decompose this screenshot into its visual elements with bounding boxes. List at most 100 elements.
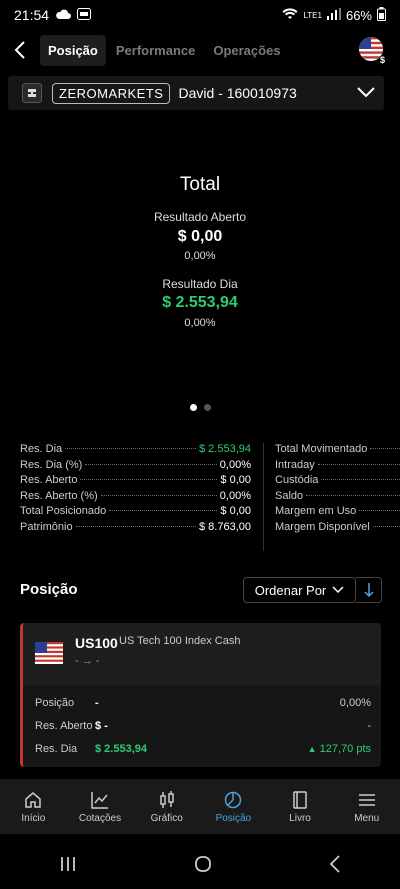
nav-item-livro[interactable]: Livro <box>267 779 334 834</box>
tab-operacoes[interactable]: Operações <box>205 35 288 66</box>
notification-icon <box>77 7 92 23</box>
stat-row: Res. Dia $ 2.553,94 <box>20 443 251 459</box>
position-card-header: US100 US Tech 100 Index Cash - → - <box>23 623 381 681</box>
detail-value: - <box>95 697 99 709</box>
stat-row: Total Movimentado <box>275 443 400 459</box>
position-detail-row: Posição - 0,00% <box>35 693 371 713</box>
stat-row: Res. Aberto (%) 0,00% <box>20 490 251 506</box>
nav-item-inicio[interactable]: Início <box>0 779 67 834</box>
account-selector[interactable]: ZEROMARKETS David - 160010973 <box>8 76 384 110</box>
detail-right-value: - <box>367 720 371 732</box>
sort-by-button[interactable]: Ordenar Por <box>243 577 356 603</box>
stat-value: $ 0,00 <box>220 474 251 486</box>
cloud-icon <box>55 7 72 23</box>
broker-name: ZEROMARKETS <box>52 82 171 104</box>
nav-item-menu[interactable]: Menu <box>333 779 400 834</box>
stat-label: Intraday <box>275 458 315 471</box>
stat-label: Margem Disponível <box>275 520 370 533</box>
system-navigation-bar <box>0 844 400 889</box>
stats-left-column: Res. Dia $ 2.553,94 Res. Dia (%) 0,00% Res… <box>20 443 251 536</box>
position-detail-row: Res. Dia $ 2.553,94 ▲ 127,70 pts <box>35 739 371 759</box>
stat-row: Patrimônio $ 8.763,00 <box>20 521 251 537</box>
position-card[interactable]: US100 US Tech 100 Index Cash - → - Posiç… <box>20 623 381 767</box>
position-section-title: Posição <box>20 581 78 598</box>
status-time: 21:54 <box>14 7 50 23</box>
nav-label: Livro <box>289 812 311 824</box>
stat-label: Margem em Uso <box>275 505 357 517</box>
sort-direction-button[interactable] <box>356 577 382 603</box>
chevron-down-icon <box>356 82 376 107</box>
chevron-left-icon <box>330 855 340 873</box>
carousel-dot[interactable] <box>203 404 211 411</box>
summary-title: Total <box>179 174 221 195</box>
stat-label: Res. Dia (%) <box>20 458 83 471</box>
recent-apps-button[interactable] <box>58 855 78 878</box>
recent-apps-icon <box>60 857 75 871</box>
detail-right-value: 0,00% <box>339 697 371 709</box>
nav-label: Menu <box>354 812 380 824</box>
tab-posicao[interactable]: Posição <box>40 34 106 66</box>
stat-label: Patrimônio <box>20 520 73 533</box>
status-bar: 21:54 LTE1 66% <box>0 0 400 30</box>
position-symbol: US100 <box>75 635 118 651</box>
stat-row: Total Posicionado $ 0,00 <box>20 505 251 521</box>
stat-label: Custódia <box>275 474 319 486</box>
position-price-range: - → - <box>75 655 100 667</box>
stat-label: Res. Aberto <box>20 474 78 486</box>
position-detail-row: Res. Aberto $ - - <box>35 716 371 736</box>
wifi-icon <box>282 7 298 23</box>
detail-label: Res. Dia <box>35 743 78 755</box>
stat-row: Res. Dia (%) 0,00% <box>20 459 251 475</box>
currency-selector-button[interactable]: $ <box>358 36 386 65</box>
stat-label: Total Movimentado <box>275 443 368 455</box>
nav-item-cotacoes[interactable]: Cotações <box>67 779 134 834</box>
account-name: David - 160010973 <box>178 85 297 101</box>
home-button[interactable] <box>193 854 213 879</box>
home-circle-icon <box>195 856 211 872</box>
day-result-percent: 0,00% <box>184 317 216 329</box>
stat-row: Saldo <box>275 490 400 506</box>
us-flag-icon: $ <box>359 37 385 65</box>
candlestick-icon <box>159 790 174 808</box>
position-section-header: Posição Ordenar Por <box>0 575 400 605</box>
chart-line-icon <box>91 791 108 809</box>
sort-by-label: Ordenar Por <box>254 582 327 598</box>
home-icon <box>25 791 42 808</box>
menu-icon <box>358 793 375 806</box>
nav-item-posicao[interactable]: Posição <box>200 779 267 834</box>
nav-item-grafico[interactable]: Gráfico <box>133 779 200 834</box>
system-back-button[interactable] <box>328 854 342 879</box>
stat-label: Saldo <box>275 489 304 502</box>
detail-label: Res. Aberto <box>35 720 93 732</box>
battery-level: 66% <box>345 7 372 23</box>
chevron-down-icon <box>332 586 344 594</box>
top-navigation: Posição Performance Operações $ <box>0 30 400 70</box>
stat-value: 0,00% <box>219 458 251 471</box>
stat-label: Res. Aberto (%) <box>20 489 98 502</box>
back-button[interactable] <box>0 30 40 70</box>
stat-label: Total Posicionado <box>20 505 107 517</box>
pie-icon <box>225 791 242 808</box>
stat-value: $ 8.763,00 <box>199 520 251 533</box>
nav-label: Gráfico <box>150 812 183 824</box>
day-result-label: Resultado Dia <box>162 277 238 291</box>
stats-right-column: Total Movimentado Intraday Custódia Sald… <box>275 443 400 536</box>
carousel-dot[interactable] <box>189 404 197 411</box>
stat-row: Intraday <box>275 459 400 475</box>
stats-panel: Res. Dia $ 2.553,94 Res. Dia (%) 0,00% Res… <box>0 443 400 553</box>
book-icon <box>293 790 307 809</box>
stat-value: $ 0,00 <box>220 505 251 517</box>
nav-label: Posição <box>215 812 252 824</box>
detail-value: $ - <box>95 720 108 732</box>
stat-row: Margem em Uso <box>275 505 400 521</box>
chevron-left-icon <box>14 41 25 59</box>
signal-icon <box>326 7 341 23</box>
open-result-value: $ 0,00 <box>177 228 223 245</box>
summary-carousel[interactable]: Total Resultado Aberto $ 0,00 0,00% Resu… <box>0 118 400 430</box>
us-flag-icon <box>35 642 63 664</box>
stat-label: Res. Dia <box>20 443 63 455</box>
carousel-indicator <box>0 404 400 411</box>
open-result-percent: 0,00% <box>184 250 216 262</box>
tab-performance[interactable]: Performance <box>108 35 203 66</box>
broker-logo-icon <box>22 83 42 103</box>
